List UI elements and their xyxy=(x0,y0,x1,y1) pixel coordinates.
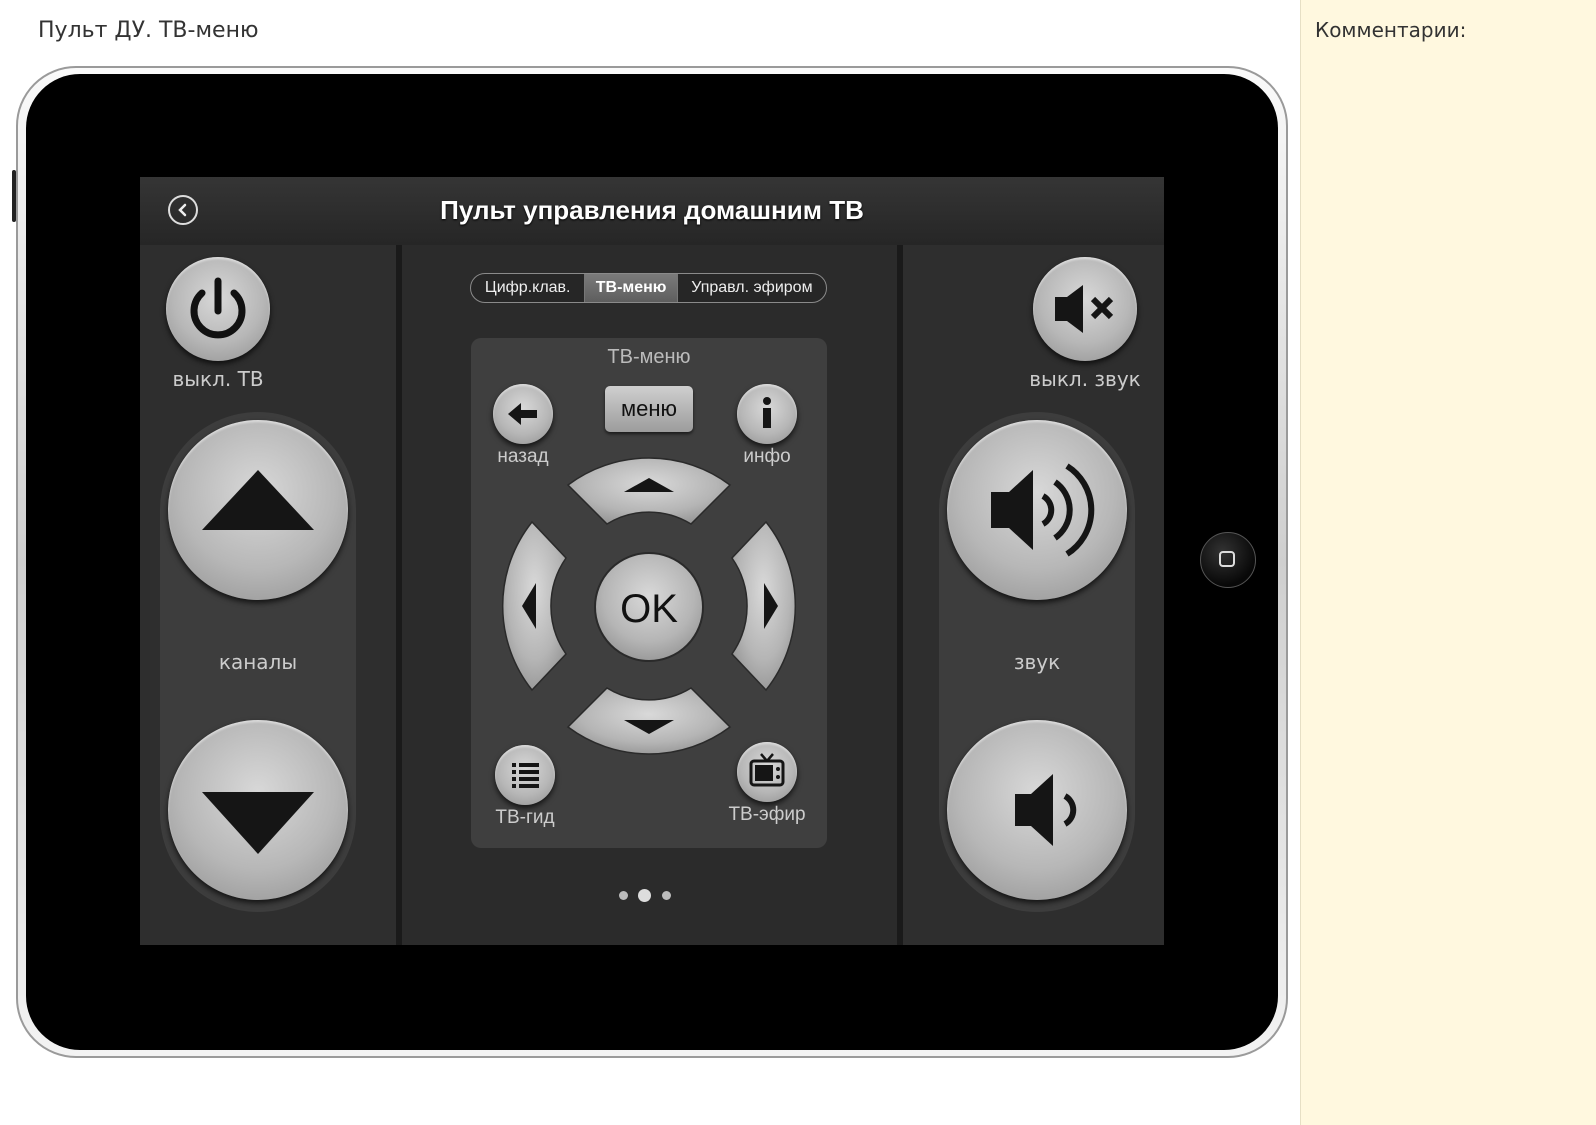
home-square-icon xyxy=(1219,551,1235,567)
side-button xyxy=(12,170,16,222)
tab-broadcast-control[interactable]: Управл. эфиром xyxy=(678,274,826,302)
list-icon xyxy=(512,763,539,788)
app-title: Пульт управления домашним ТВ xyxy=(440,195,864,225)
channel-up-button[interactable] xyxy=(168,420,348,600)
volume-up-button[interactable] xyxy=(947,420,1127,600)
page-dot-1[interactable] xyxy=(619,891,628,900)
right-column: выкл. звук звук xyxy=(903,245,1164,945)
app-screen: Пульт управления домашним ТВ выкл. ТВ ка… xyxy=(140,177,1164,945)
power-label: выкл. ТВ xyxy=(172,367,264,391)
tv-live-label: ТВ-эфир xyxy=(728,804,806,825)
home-button[interactable] xyxy=(1200,532,1256,588)
mute-label: выкл. звук xyxy=(1029,367,1141,391)
app-header: Пульт управления домашним ТВ xyxy=(140,177,1164,245)
triangle-down-icon xyxy=(202,792,314,854)
center-column: Цифр.клав. ТВ-меню Управл. эфиром ТВ-мен… xyxy=(402,245,897,945)
page-indicator xyxy=(140,885,1164,905)
page-dot-3[interactable] xyxy=(662,891,671,900)
ok-label: OK xyxy=(620,587,678,631)
tv-guide-label: ТВ-гид xyxy=(495,807,555,828)
speaker-quiet-icon xyxy=(1015,774,1077,846)
speaker-loud-icon xyxy=(991,463,1095,557)
comments-panel: Комментарии: xyxy=(1300,0,1596,1125)
power-button[interactable] xyxy=(166,257,270,361)
tab-tv-menu[interactable]: ТВ-меню xyxy=(585,274,678,302)
triangle-up-icon xyxy=(202,470,314,530)
speaker-mute-icon xyxy=(1055,285,1114,333)
tv-live-button[interactable] xyxy=(737,742,797,802)
channels-label: каналы xyxy=(218,650,298,674)
left-column: выкл. ТВ каналы xyxy=(140,245,396,945)
mute-button[interactable] xyxy=(1033,257,1137,361)
channel-down-button[interactable] xyxy=(168,720,348,900)
mode-tabs: Цифр.клав. ТВ-меню Управл. эфиром xyxy=(470,273,827,303)
tv-menu-panel: ТВ-меню назад меню инфо OK ТВ-гид ТВ-эфи… xyxy=(471,338,827,848)
power-icon xyxy=(190,277,246,339)
tv-guide-button[interactable] xyxy=(495,745,555,805)
page-title: Пульт ДУ. ТВ-меню xyxy=(38,18,259,43)
volume-label: звук xyxy=(1013,650,1061,674)
volume-down-button[interactable] xyxy=(947,720,1127,900)
dpad-right-button[interactable] xyxy=(731,520,796,692)
comments-label: Комментарии: xyxy=(1315,18,1467,42)
tab-keypad[interactable]: Цифр.клав. xyxy=(471,274,586,302)
tv-icon xyxy=(749,753,785,787)
page-dot-2[interactable] xyxy=(638,889,651,902)
